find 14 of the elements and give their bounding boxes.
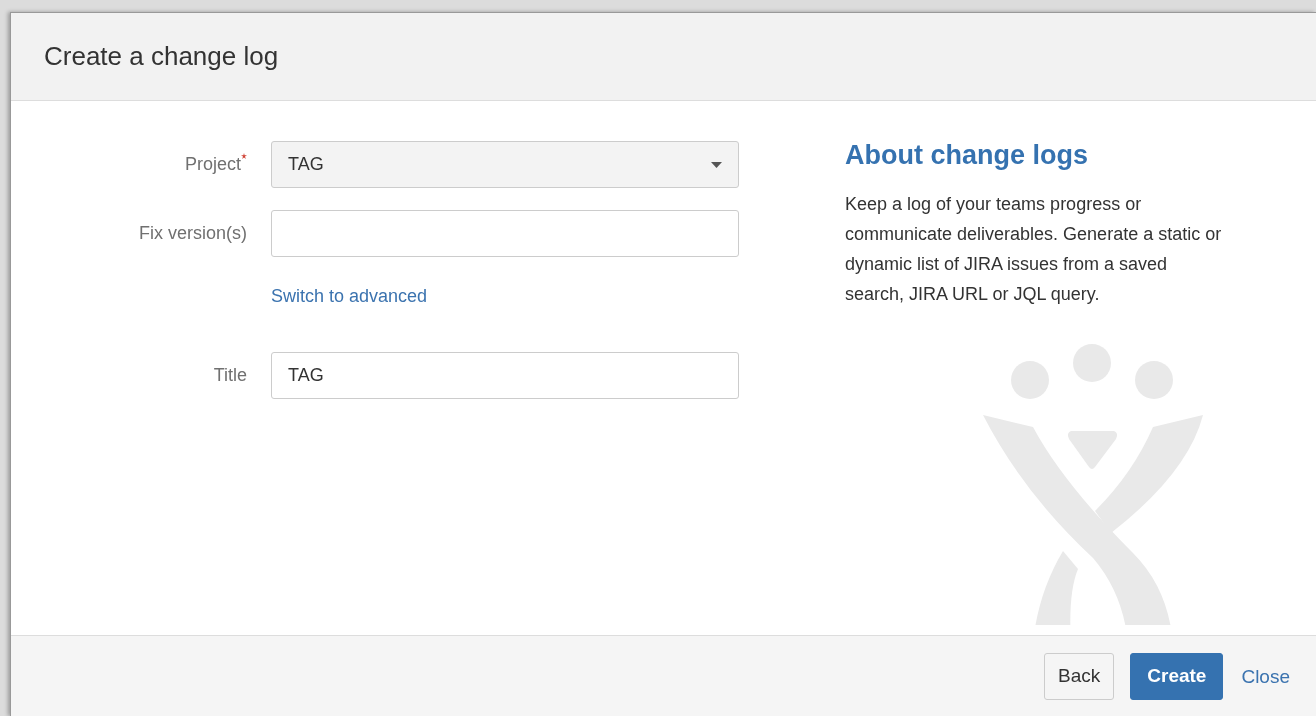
caret-icon [711,161,722,168]
dialog-title: Create a change log [44,40,279,73]
input-field[interactable] [271,210,739,257]
close-link[interactable]: Close [1239,652,1292,700]
input-field[interactable]: TAG [271,352,739,399]
field-label: Fix version(s) [139,223,247,243]
field-label: Project [184,154,241,174]
about-heading: About change logs [845,139,1089,172]
back-button[interactable]: Back [1044,652,1115,700]
switch-mode-link[interactable]: Switch to advanced [271,283,428,310]
create-button[interactable]: Create [1130,652,1224,700]
project-select[interactable]: TAG [271,141,739,188]
about-text: Keep a log of your teams progress or communicate deliverables. Generate a static or dynamic list of JIRA issues from a saved search, JIRA URL or JQL query. [845,193,1223,307]
field-label: Title [213,365,247,385]
